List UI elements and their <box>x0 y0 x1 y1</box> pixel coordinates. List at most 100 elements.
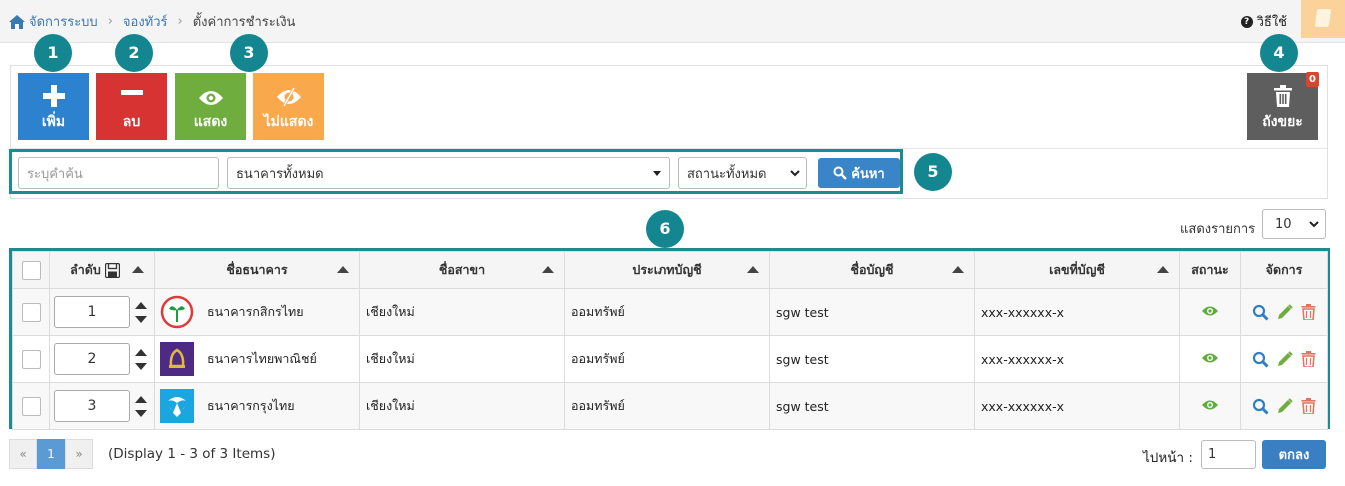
status-header-label: สถานะ <box>1191 262 1229 277</box>
home-icon[interactable] <box>8 14 26 30</box>
table-row: 3 ธนาคารกรุงไทย เชียงใหม่ ออมทรัพย์ sgw … <box>12 382 1328 430</box>
add-button[interactable]: เพิ่ม <box>18 73 89 140</box>
show-button[interactable]: แสดง <box>175 73 246 140</box>
sort-asc-icon[interactable] <box>952 266 964 273</box>
move-down-icon[interactable] <box>135 315 147 323</box>
edit-icon[interactable] <box>1277 304 1293 320</box>
breadcrumb-separator: › <box>107 14 113 29</box>
bank-select-value: ธนาคารทั้งหมด <box>236 166 324 182</box>
minus-icon <box>120 90 143 95</box>
callout-5: 5 <box>914 153 952 191</box>
delete-label: ลบ <box>122 114 141 130</box>
status-select-value: สถานะทั้งหมด <box>687 166 767 182</box>
branch-cell: เชียงใหม่ <box>359 288 565 336</box>
bank-select[interactable]: ธนาคารทั้งหมด <box>227 157 670 189</box>
show-label: แสดง <box>193 114 228 130</box>
delete-icon[interactable] <box>1301 351 1316 367</box>
sort-asc-icon[interactable] <box>747 266 759 273</box>
view-icon[interactable] <box>1252 351 1269 368</box>
trash-icon <box>1273 85 1292 107</box>
ktb-logo <box>160 389 194 423</box>
select-all-checkbox[interactable] <box>21 260 41 280</box>
scb-logo <box>160 342 194 376</box>
account-type-header[interactable]: ประเภทบัญชี <box>564 251 770 289</box>
bank-header[interactable]: ชื่อธนาคาร <box>154 251 360 289</box>
branch-header[interactable]: ชื่อสาขา <box>359 251 565 289</box>
view-icon[interactable] <box>1252 398 1269 415</box>
account-number-header[interactable]: เลขที่บัญชี <box>974 251 1180 289</box>
account-type-cell: ออมทรัพย์ <box>564 382 770 430</box>
edit-icon[interactable] <box>1277 351 1293 367</box>
row-checkbox[interactable] <box>21 349 41 369</box>
edit-icon[interactable] <box>1277 398 1293 414</box>
eye-icon[interactable] <box>1201 399 1219 411</box>
help-link[interactable]: ? วิธีใช้ <box>1240 11 1287 32</box>
keyword-input[interactable]: ระบุคำค้น <box>18 157 219 189</box>
callout-3: 3 <box>230 34 268 72</box>
move-up-icon[interactable] <box>135 301 147 309</box>
eye-icon[interactable] <box>1201 352 1219 364</box>
plus-icon <box>42 85 65 107</box>
account-number-cell: xxx-xxxxxx-x <box>974 335 1180 383</box>
move-up-icon[interactable] <box>135 395 147 403</box>
table-row: 1 ธนาคารกสิกรไทย เชียงใหม่ ออมทรัพย์ sgw… <box>12 288 1328 336</box>
eye-icon[interactable] <box>1201 305 1219 317</box>
trash-button[interactable]: ถังขยะ 0 <box>1247 72 1319 140</box>
breadcrumb-system[interactable]: จัดการระบบ <box>29 11 98 32</box>
pagination: « 1 » <box>9 439 93 469</box>
move-up-icon[interactable] <box>135 348 147 356</box>
per-page-select[interactable]: 10 <box>1262 209 1326 239</box>
sort-asc-icon[interactable] <box>542 266 554 273</box>
branch-cell: เชียงใหม่ <box>359 335 565 383</box>
view-icon[interactable] <box>1252 304 1269 321</box>
sort-asc-icon[interactable] <box>132 266 144 273</box>
status-select[interactable]: สถานะทั้งหมด <box>678 157 807 189</box>
book-icon <box>1314 9 1332 27</box>
branch-cell: เชียงใหม่ <box>359 382 565 430</box>
branch-header-label: ชื่อสาขา <box>438 262 486 277</box>
row-checkbox[interactable] <box>21 396 41 416</box>
account-name-header[interactable]: ชื่อบัญชี <box>769 251 975 289</box>
table-row: 2 ธนาคารไทยพาณิชย์ เชียงใหม่ ออมทรัพย์ s… <box>12 335 1328 383</box>
help-label: วิธีใช้ <box>1256 15 1287 30</box>
chevron-down-icon <box>653 171 661 176</box>
next-page-button[interactable]: » <box>65 439 93 469</box>
goto-page-button[interactable]: ตกลง <box>1262 440 1326 469</box>
add-label: เพิ่ม <box>41 114 66 130</box>
order-input[interactable]: 3 <box>54 390 130 422</box>
order-header[interactable]: ลำดับ <box>49 251 155 289</box>
goto-page-input[interactable]: 1 <box>1201 440 1256 469</box>
kbank-logo <box>160 295 194 329</box>
move-down-icon[interactable] <box>135 362 147 370</box>
callout-4: 4 <box>1260 34 1298 72</box>
search-button[interactable]: ค้นหา <box>818 158 900 188</box>
order-input[interactable]: 1 <box>54 296 130 328</box>
bank-name: ธนาคารกรุงไทย <box>207 398 295 413</box>
per-page-value: 10 <box>1275 216 1292 232</box>
delete-icon[interactable] <box>1301 398 1316 414</box>
status-header: สถานะ <box>1179 251 1241 289</box>
prev-page-button[interactable]: « <box>9 439 37 469</box>
sort-asc-icon[interactable] <box>1157 266 1169 273</box>
breadcrumb-separator: › <box>177 14 183 29</box>
breadcrumb-tour-booking[interactable]: จองทัวร์ <box>123 11 168 32</box>
row-checkbox[interactable] <box>21 302 41 322</box>
account-number-cell: xxx-xxxxxx-x <box>974 382 1180 430</box>
delete-icon[interactable] <box>1301 304 1316 320</box>
hide-button[interactable]: ไม่แสดง <box>253 73 324 140</box>
top-bar: จัดการระบบ › จองทัวร์ › ตั้งค่าการชำระเง… <box>0 0 1345 43</box>
account-name-cell: sgw test <box>769 382 975 430</box>
order-input[interactable]: 2 <box>54 343 130 375</box>
manage-header-label: จัดการ <box>1265 262 1303 277</box>
search-label: ค้นหา <box>851 166 885 182</box>
account-type-header-label: ประเภทบัญชี <box>632 262 702 277</box>
manage-header: จัดการ <box>1240 251 1328 289</box>
delete-button[interactable]: ลบ <box>96 73 167 140</box>
move-down-icon[interactable] <box>135 409 147 417</box>
question-icon: ? <box>1240 15 1253 28</box>
page-button-1[interactable]: 1 <box>37 439 65 469</box>
sort-asc-icon[interactable] <box>337 266 349 273</box>
account-number-header-label: เลขที่บัญชี <box>1049 262 1105 277</box>
manual-button[interactable] <box>1301 0 1345 38</box>
save-icon[interactable] <box>104 262 120 278</box>
